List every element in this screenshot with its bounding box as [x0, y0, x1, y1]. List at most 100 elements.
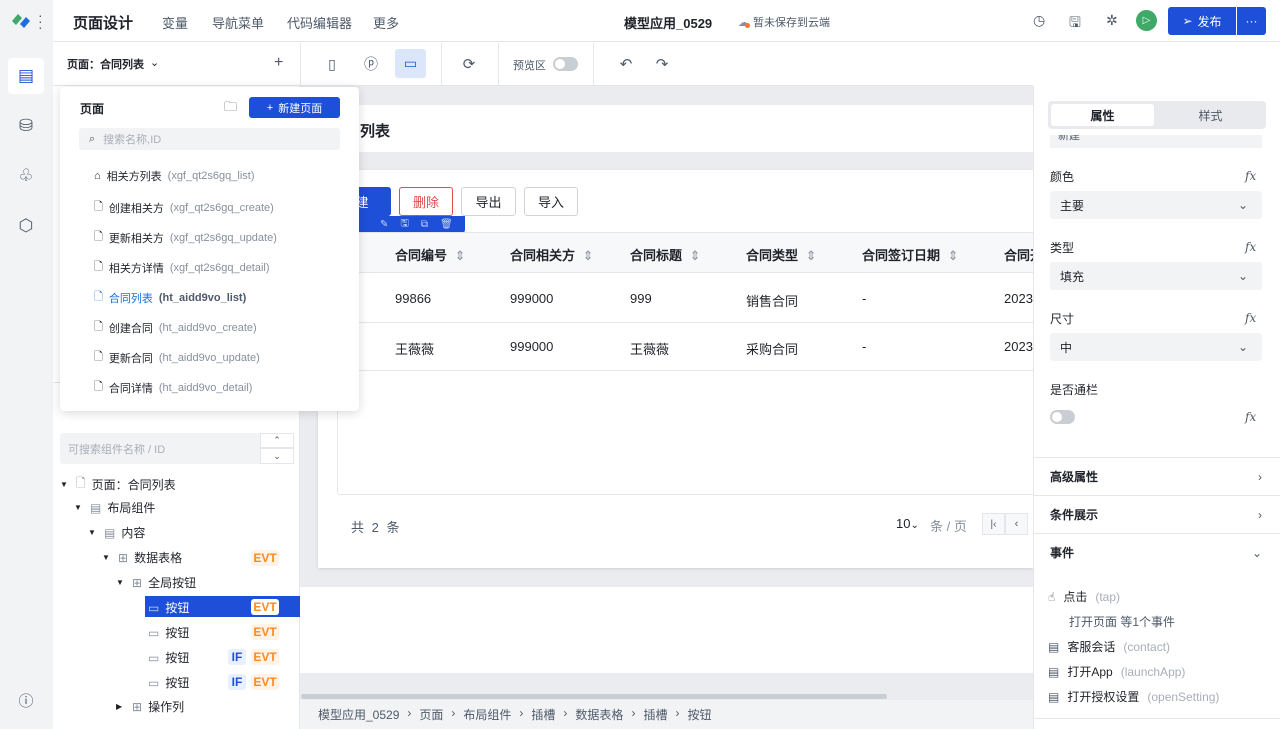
type-select[interactable]: 填充 ⌄	[1050, 262, 1262, 290]
horizontal-scrollbar[interactable]	[301, 694, 887, 699]
history-icon[interactable]: ◷	[1033, 12, 1045, 29]
tree-search-input[interactable]: 可搜索组件名称 / ID	[60, 433, 260, 464]
breadcrumb-item[interactable]: 数据表格	[575, 706, 623, 723]
button-icon: ▭	[148, 675, 160, 690]
save-icon[interactable]: 🖫	[1069, 12, 1081, 36]
column-header[interactable]: 合同类型 ⇕	[746, 245, 817, 264]
tab-style[interactable]: 样式	[1158, 104, 1263, 126]
page-search-input[interactable]: ⌕ 搜索名称,ID	[79, 128, 340, 150]
section-events[interactable]: 事件 ⌄	[1033, 533, 1280, 571]
first-page-button[interactable]: |‹	[982, 513, 1005, 535]
preview-toggle[interactable]	[553, 57, 578, 71]
copy-icon[interactable]: ⧉	[421, 219, 428, 230]
debug-icon[interactable]: ✲	[1106, 12, 1118, 29]
event-item[interactable]: ▤ 打开App (launchApp)	[1048, 663, 1185, 680]
save-icon[interactable]: 🖫	[400, 216, 409, 233]
size-select[interactable]: 中 ⌄	[1050, 333, 1262, 361]
page-item[interactable]: ⌂ 相关方列表 (xgf_qt2s6gq_list)	[94, 168, 254, 184]
desktop-view-icon[interactable]: ▭	[395, 49, 426, 78]
tree-node-global-buttons[interactable]: ▼ ⊞ 全局按钮	[116, 574, 196, 591]
tree-node-label: 布局组件	[107, 501, 156, 515]
breadcrumb-item[interactable]: 页面	[419, 706, 443, 723]
prev-page-button[interactable]: ‹	[1005, 513, 1028, 535]
page-size-select[interactable]: 10⌄	[896, 516, 919, 531]
delete-button[interactable]: 删除	[399, 187, 453, 216]
tab-properties[interactable]: 属性	[1051, 104, 1154, 126]
fx-icon[interactable]: fx	[1245, 311, 1256, 325]
fx-icon[interactable]: fx	[1245, 169, 1256, 183]
breadcrumb-item[interactable]: 按钮	[687, 706, 711, 723]
tree-node-content[interactable]: ▼ ▤ 内容	[88, 524, 145, 541]
tab-code-editor[interactable]: 代码编辑器	[287, 13, 352, 32]
tree-node-button[interactable]: ▭ 按钮	[148, 649, 189, 666]
database-icon[interactable]: ⛁	[8, 108, 44, 144]
page-item[interactable]: 🗋 创建相关方 (xgf_qt2s6gq_create)	[94, 198, 274, 217]
tab-variables[interactable]: 变量	[162, 13, 188, 32]
tree-node-button[interactable]: ▭ 按钮	[148, 624, 189, 641]
tab-nav-menu[interactable]: 导航菜单	[212, 13, 264, 32]
help-icon[interactable]: ⓘ	[8, 682, 44, 718]
column-header[interactable]: 合同标题 ⇕	[630, 245, 701, 264]
publish-button[interactable]: ➢ 发布	[1168, 7, 1236, 35]
table-cell: 999000	[510, 339, 554, 354]
tree-prev-button[interactable]: ⌃	[260, 433, 294, 448]
column-header[interactable]: 合同签订日期 ⇕	[862, 245, 959, 264]
delete-icon[interactable]: 🗑	[440, 219, 453, 230]
fx-icon[interactable]: fx	[1245, 240, 1256, 254]
text-field[interactable]: 新建	[1050, 135, 1262, 148]
color-select[interactable]: 主要 ⌄	[1050, 191, 1262, 219]
event-item[interactable]: ▤ 打开授权设置 (openSetting)	[1048, 688, 1219, 705]
publish-more-button[interactable]: ···	[1237, 7, 1266, 35]
block-toggle[interactable]	[1050, 410, 1075, 424]
undo-icon[interactable]: ↶	[616, 54, 636, 74]
page-item[interactable]: 🗋 创建合同 (ht_aidd9vo_create)	[94, 318, 257, 337]
tree-node-button[interactable]: ▭ 按钮	[148, 674, 189, 691]
fx-icon[interactable]: fx	[1245, 410, 1256, 424]
app-menu-icon[interactable]: · · ·	[38, 8, 43, 34]
page-selector[interactable]: 页面：合同列表 ⌄	[67, 56, 159, 72]
tap-icon: ☝	[1048, 589, 1056, 604]
components-icon[interactable]: ♧	[8, 158, 44, 194]
redo-icon[interactable]: ↷	[652, 54, 672, 74]
settings-hex-icon[interactable]: ⬡	[8, 208, 44, 244]
column-header[interactable]: 合同开	[1004, 245, 1033, 264]
section-conditional[interactable]: 条件展示 ›	[1033, 495, 1280, 533]
section-advanced[interactable]: 高级属性 ›	[1033, 457, 1280, 495]
miniprogram-view-icon[interactable]: ⓟ	[361, 54, 381, 74]
column-header[interactable]: 合同相关方 ⇕	[510, 245, 594, 264]
tree-node-page[interactable]: ▼ 🗋 页面：合同列表	[60, 474, 176, 495]
event-actions-summary[interactable]: 打开页面 等1个事件	[1069, 613, 1175, 630]
tree-next-button[interactable]: ⌄	[260, 448, 294, 464]
run-button[interactable]: ▷	[1136, 10, 1157, 31]
breadcrumb-item[interactable]: 插槽	[643, 706, 667, 723]
tree-node-action-column[interactable]: ▶ ⊞ 操作列	[116, 698, 184, 715]
page-item[interactable]: 🗋 更新相关方 (xgf_qt2s6gq_update)	[94, 228, 277, 247]
edit-icon[interactable]: ✎	[380, 219, 388, 230]
new-folder-icon[interactable]: 🗀	[224, 98, 237, 120]
breadcrumb-item[interactable]: 模型应用_0529	[318, 706, 399, 723]
type-label: 类型	[1050, 241, 1075, 255]
mobile-view-icon[interactable]: ▯	[322, 54, 342, 74]
tab-more[interactable]: 更多	[373, 13, 399, 32]
page-design-icon[interactable]: ▤	[8, 58, 44, 94]
page-item[interactable]: 🗋 合同详情 (ht_aidd9vo_detail)	[94, 378, 252, 397]
page-item[interactable]: 🗋 更新合同 (ht_aidd9vo_update)	[94, 348, 260, 367]
tree-node-data-table[interactable]: ▼ ⊞ 数据表格	[102, 549, 182, 566]
breadcrumb-item[interactable]: 插槽	[531, 706, 555, 723]
import-button[interactable]: 导入	[524, 187, 578, 216]
event-item[interactable]: ▤ 客服会话 (contact)	[1048, 638, 1170, 655]
event-item[interactable]: ☝ 点击 (tap)	[1048, 588, 1120, 605]
new-page-button[interactable]: + 新建页面	[249, 97, 340, 118]
export-button[interactable]: 导出	[461, 187, 516, 216]
page-item-active[interactable]: 🗋 合同列表 (ht_aidd9vo_list)	[94, 288, 246, 307]
add-page-icon[interactable]: +	[274, 54, 283, 72]
page-item[interactable]: 🗋 相关方详情 (xgf_qt2s6gq_detail)	[94, 258, 270, 277]
play-icon: ▷	[1142, 15, 1151, 26]
preview-label: 预览区	[513, 60, 546, 72]
tree-node-label: 数据表格	[134, 551, 183, 565]
tree-node-button-selected[interactable]: ▭ 按钮	[148, 599, 189, 616]
column-header[interactable]: 合同编号 ⇕	[395, 245, 466, 264]
refresh-icon[interactable]: ⟳	[459, 54, 479, 74]
tree-node-layout[interactable]: ▼ ▤ 布局组件	[74, 499, 155, 516]
breadcrumb-item[interactable]: 布局组件	[463, 706, 511, 723]
